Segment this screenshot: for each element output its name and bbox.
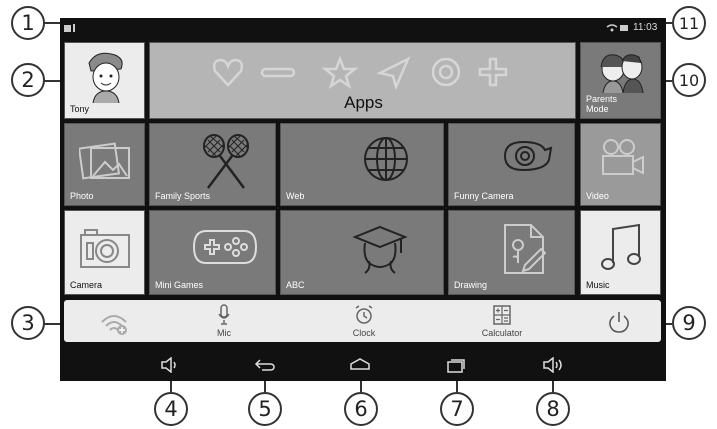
funny-camera-tile[interactable]: Funny Camera bbox=[448, 123, 575, 206]
volume-up-icon[interactable] bbox=[542, 357, 564, 373]
callout-11: 11 bbox=[672, 6, 706, 40]
photo-label: Photo bbox=[70, 191, 94, 201]
funny-camera-label: Funny Camera bbox=[454, 191, 514, 201]
recent-apps-icon[interactable] bbox=[446, 357, 466, 373]
callout-10: 10 bbox=[672, 63, 706, 97]
music-tile[interactable]: Music bbox=[580, 210, 661, 295]
callout-3: 3 bbox=[11, 306, 45, 340]
globe-icon bbox=[364, 137, 408, 181]
mic-button[interactable]: Mic bbox=[204, 304, 244, 338]
camera-icon bbox=[80, 229, 130, 268]
drawing-label: Drawing bbox=[454, 280, 488, 290]
callout-1: 1 bbox=[11, 6, 45, 40]
graduation-cap-icon bbox=[352, 225, 408, 274]
music-note-icon bbox=[601, 223, 641, 270]
profile-tile[interactable]: Tony bbox=[64, 42, 145, 119]
abc-label: ABC bbox=[286, 280, 305, 290]
profile-name: Tony bbox=[70, 104, 90, 114]
tablet-screen: 11:03 Tony Apps Parents Mode Photo Famil… bbox=[60, 18, 666, 381]
callout-9: 9 bbox=[672, 306, 706, 340]
family-sports-label: Family Sports bbox=[155, 191, 211, 201]
music-label: Music bbox=[586, 280, 610, 290]
parents-mode-tile[interactable]: Parents Mode bbox=[580, 42, 661, 119]
callout-2: 2 bbox=[11, 63, 45, 97]
microphone-icon bbox=[218, 304, 230, 325]
web-tile[interactable]: Web bbox=[280, 123, 444, 206]
drawing-tile[interactable]: Drawing bbox=[448, 210, 575, 295]
back-icon[interactable] bbox=[254, 358, 276, 372]
badminton-rackets-icon bbox=[203, 134, 249, 189]
apps-tile[interactable]: Apps bbox=[149, 42, 576, 119]
callout-5: 5 bbox=[248, 392, 282, 426]
volume-down-icon[interactable] bbox=[160, 357, 180, 373]
apps-title: Apps bbox=[344, 93, 383, 112]
battery-icon bbox=[606, 24, 618, 32]
home-icon[interactable] bbox=[349, 357, 371, 371]
drawing-icon bbox=[504, 224, 547, 274]
photo-icon bbox=[79, 142, 130, 180]
gamepad-icon bbox=[192, 230, 258, 264]
mic-label: Mic bbox=[217, 328, 231, 338]
callout-7: 7 bbox=[440, 392, 474, 426]
parents-avatar-icon bbox=[600, 54, 644, 93]
web-label: Web bbox=[286, 191, 305, 201]
video-tile[interactable]: Video bbox=[580, 123, 661, 206]
abc-tile[interactable]: ABC bbox=[280, 210, 444, 295]
power-icon[interactable] bbox=[608, 311, 630, 333]
callout-4: 4 bbox=[154, 392, 188, 426]
family-sports-tile[interactable]: Family Sports bbox=[149, 123, 276, 206]
camera-tile[interactable]: Camera bbox=[64, 210, 145, 295]
callout-8: 8 bbox=[536, 392, 570, 426]
apps-decoration-icons bbox=[212, 55, 508, 89]
quick-dock: Mic Clock Calculator bbox=[64, 300, 661, 342]
mini-games-label: Mini Games bbox=[155, 280, 204, 290]
wifi-icon bbox=[620, 25, 628, 31]
wifi-settings-icon[interactable] bbox=[100, 312, 130, 336]
mini-games-tile[interactable]: Mini Games bbox=[149, 210, 276, 295]
calculator-label: Calculator bbox=[481, 328, 523, 338]
camera-label: Camera bbox=[70, 280, 103, 290]
callout-6: 6 bbox=[344, 392, 378, 426]
parents-mode-label: Parents Mode bbox=[586, 94, 618, 114]
webcam-icon bbox=[503, 140, 553, 172]
navigation-bar bbox=[60, 348, 666, 381]
notification-icon bbox=[64, 24, 75, 32]
calculator-icon bbox=[493, 305, 511, 325]
clock-button[interactable]: Clock bbox=[344, 304, 384, 338]
child-avatar-icon bbox=[88, 52, 123, 103]
photo-tile[interactable]: Photo bbox=[64, 123, 145, 206]
calculator-button[interactable]: Calculator bbox=[472, 304, 532, 338]
video-label: Video bbox=[586, 191, 609, 201]
status-time: 11:03 bbox=[633, 22, 658, 33]
clock-label: Clock bbox=[352, 328, 376, 338]
status-bar: 11:03 bbox=[60, 18, 666, 38]
alarm-clock-icon bbox=[355, 305, 373, 324]
video-camera-icon bbox=[602, 139, 644, 175]
